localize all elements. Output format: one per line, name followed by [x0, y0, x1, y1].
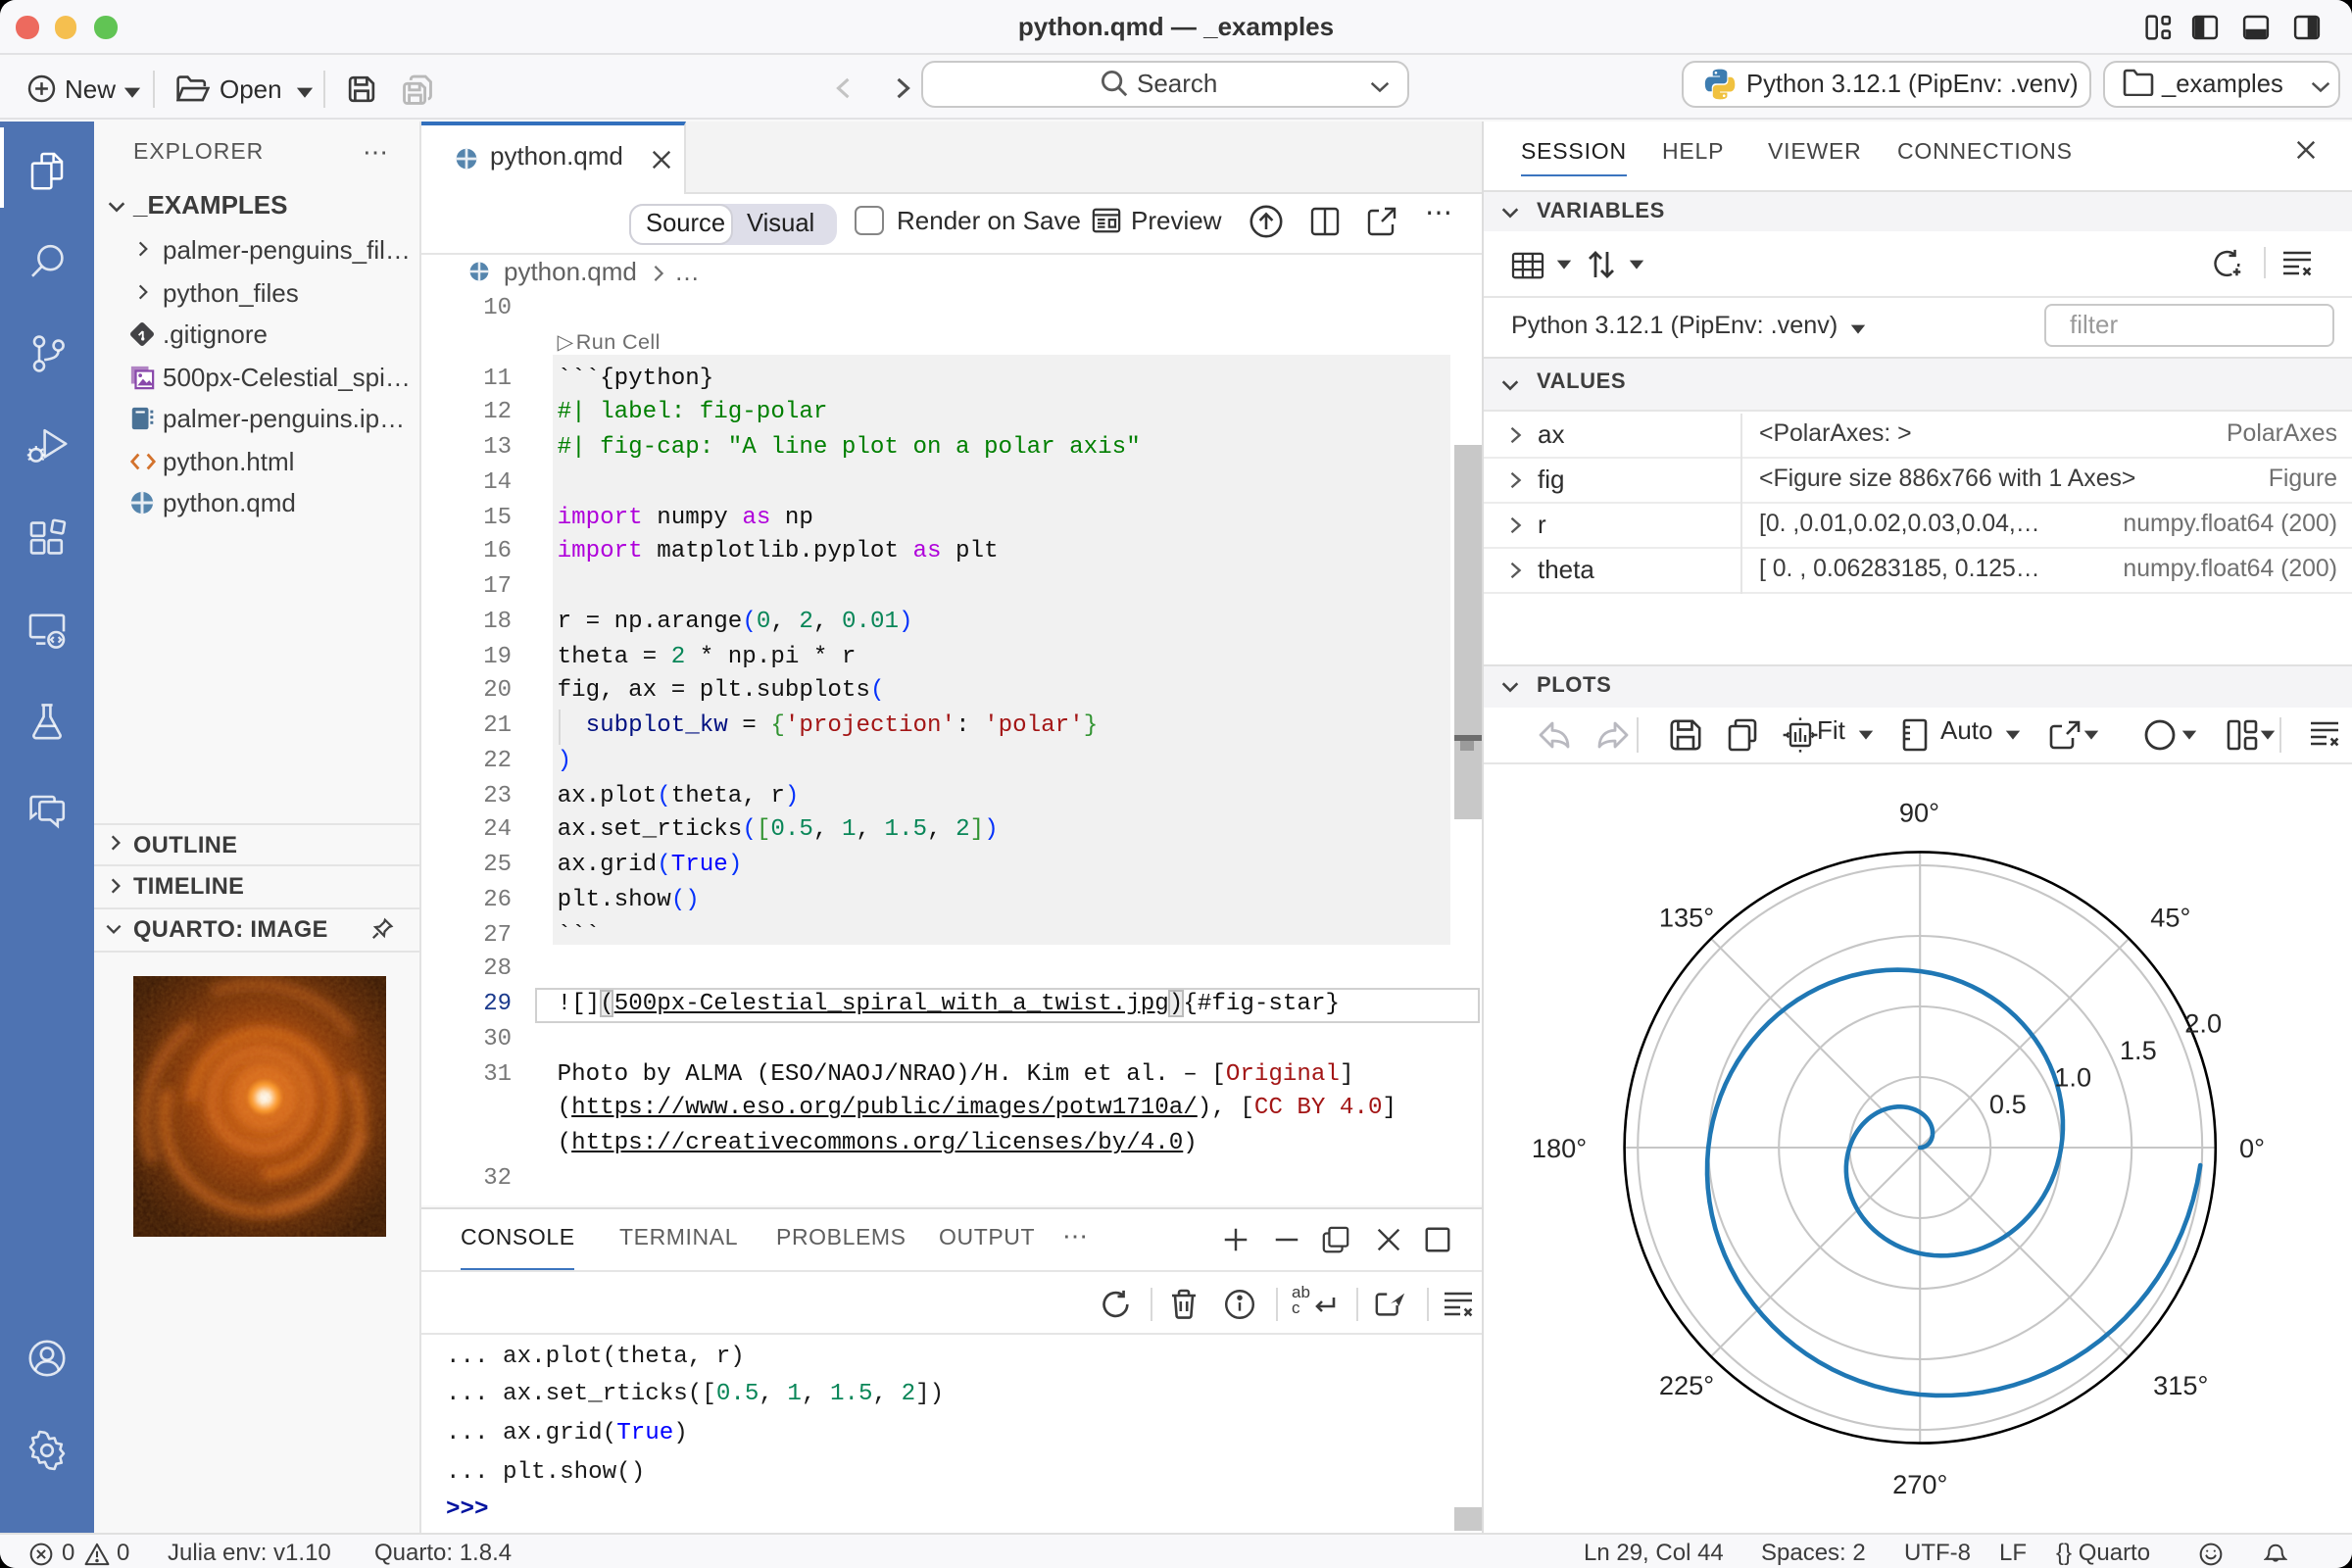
svg-text:0.5: 0.5	[1989, 1088, 2027, 1118]
svg-text:180°: 180°	[1532, 1132, 1587, 1162]
svg-text:315°: 315°	[2153, 1369, 2208, 1399]
svg-text:1.0: 1.0	[2054, 1060, 2091, 1091]
svg-text:45°: 45°	[2150, 901, 2190, 931]
svg-text:1.5: 1.5	[2120, 1034, 2157, 1064]
svg-text:270°: 270°	[1892, 1468, 1947, 1498]
svg-text:225°: 225°	[1659, 1369, 1714, 1399]
svg-text:90°: 90°	[1899, 797, 1939, 827]
svg-text:0°: 0°	[2239, 1132, 2265, 1162]
svg-text:135°: 135°	[1659, 901, 1714, 931]
svg-text:2.0: 2.0	[2184, 1006, 2222, 1037]
